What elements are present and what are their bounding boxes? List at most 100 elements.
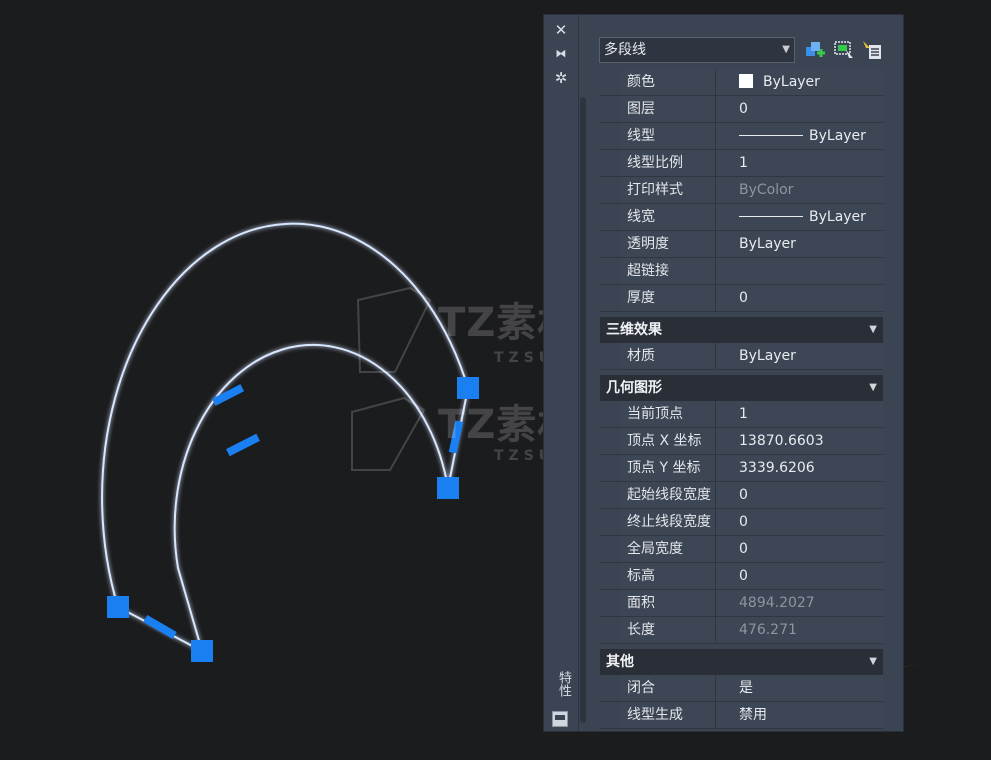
property-row[interactable]: 厚度 0 bbox=[600, 285, 883, 312]
row-indent bbox=[600, 702, 620, 728]
property-row[interactable]: 闭合 是 bbox=[600, 675, 883, 702]
property-value[interactable]: 0 bbox=[736, 96, 883, 122]
property-row[interactable]: 线宽 ByLayer bbox=[600, 204, 883, 231]
property-row[interactable]: 颜色 ByLayer bbox=[600, 69, 883, 96]
property-value[interactable]: ByLayer bbox=[736, 69, 883, 95]
property-value[interactable] bbox=[736, 258, 883, 284]
property-value[interactable]: 0 bbox=[736, 482, 883, 508]
property-value[interactable]: ByLayer bbox=[736, 343, 883, 369]
property-label: 透明度 bbox=[620, 231, 716, 257]
palette-title-strip: ✕ ⧓ ✲ 特性 bbox=[544, 15, 579, 731]
palette-menu-icon[interactable] bbox=[552, 711, 568, 727]
property-row[interactable]: 当前顶点 1 bbox=[600, 401, 883, 428]
property-value[interactable]: ByLayer bbox=[736, 231, 883, 257]
property-value[interactable]: ByLayer bbox=[736, 123, 883, 149]
property-value[interactable]: 0 bbox=[736, 536, 883, 562]
close-icon[interactable]: ✕ bbox=[552, 21, 570, 39]
object-type-value: 多段线 bbox=[604, 42, 646, 58]
color-swatch bbox=[739, 74, 753, 88]
property-row[interactable]: 打印样式 ByColor bbox=[600, 177, 883, 204]
section-header[interactable]: 几何图形 ▼ bbox=[600, 375, 883, 401]
object-type-dropdown[interactable]: 多段线 ▼ bbox=[599, 37, 795, 63]
property-row[interactable]: 顶点 X 坐标 13870.6603 bbox=[600, 428, 883, 455]
property-label: 超链接 bbox=[620, 258, 716, 284]
property-value[interactable]: 0 bbox=[736, 509, 883, 535]
property-row[interactable]: 图层 0 bbox=[600, 96, 883, 123]
palette-title: 特性 bbox=[556, 671, 571, 697]
property-label: 起始线段宽度 bbox=[620, 482, 716, 508]
property-value[interactable]: 13870.6603 bbox=[736, 428, 883, 454]
property-value[interactable]: ByColor bbox=[736, 177, 883, 203]
grip-square[interactable] bbox=[437, 477, 459, 499]
property-label: 线型 bbox=[620, 123, 716, 149]
row-indent bbox=[600, 455, 620, 481]
property-value[interactable]: 是 bbox=[736, 675, 883, 701]
row-indent bbox=[600, 563, 620, 589]
property-value[interactable]: 3339.6206 bbox=[736, 455, 883, 481]
watermark-logo bbox=[351, 286, 432, 471]
property-value-text: 1 bbox=[739, 406, 748, 422]
toggle-pickadd-icon[interactable] bbox=[861, 39, 883, 61]
section-header[interactable]: 其他 ▼ bbox=[600, 649, 883, 675]
property-value-text: 禁用 bbox=[739, 707, 767, 723]
property-value-text: 0 bbox=[739, 541, 748, 557]
property-value-text: 0 bbox=[739, 514, 748, 530]
grip-midpoint[interactable] bbox=[143, 615, 177, 639]
property-row[interactable]: 超链接 bbox=[600, 258, 883, 285]
auto-hide-icon[interactable]: ⧓ bbox=[552, 45, 570, 63]
properties-palette: ✕ ⧓ ✲ 特性 多段线 ▼ 颜色 ByLayer 图层 0 线型 ByLayer 线型比例… bbox=[543, 14, 904, 732]
property-value-text: 4894.2027 bbox=[739, 595, 815, 611]
property-value[interactable]: 476.271 bbox=[736, 617, 883, 643]
property-value-text: 是 bbox=[739, 680, 753, 696]
property-row[interactable]: 全局宽度 0 bbox=[600, 536, 883, 563]
quick-select-add-icon[interactable] bbox=[805, 39, 827, 61]
chevron-down-icon: ▼ bbox=[782, 44, 790, 55]
property-label: 线型生成 bbox=[620, 702, 716, 728]
property-value[interactable]: 1 bbox=[736, 150, 883, 176]
grip-midpoint[interactable] bbox=[226, 433, 260, 457]
select-objects-icon[interactable] bbox=[833, 39, 855, 61]
chevron-down-icon[interactable]: ▼ bbox=[869, 649, 877, 675]
property-row[interactable]: 长度 476.271 bbox=[600, 617, 883, 644]
property-value[interactable]: 1 bbox=[736, 401, 883, 427]
grip-square[interactable] bbox=[191, 640, 213, 662]
settings-icon[interactable]: ✲ bbox=[552, 69, 570, 87]
row-indent bbox=[600, 617, 620, 643]
row-indent bbox=[600, 69, 620, 95]
property-value-text: 0 bbox=[739, 101, 748, 117]
property-value[interactable]: 0 bbox=[736, 285, 883, 311]
property-row[interactable]: 终止线段宽度 0 bbox=[600, 509, 883, 536]
row-indent bbox=[600, 150, 620, 176]
property-value-text: ByLayer bbox=[763, 74, 820, 90]
property-value[interactable]: ByLayer bbox=[736, 204, 883, 230]
property-row[interactable]: 顶点 Y 坐标 3339.6206 bbox=[600, 455, 883, 482]
property-row[interactable]: 线型 ByLayer bbox=[600, 123, 883, 150]
row-indent bbox=[600, 204, 620, 230]
property-value-text: 0 bbox=[739, 487, 748, 503]
scrollbar[interactable] bbox=[580, 97, 586, 723]
property-label: 终止线段宽度 bbox=[620, 509, 716, 535]
selected-polyline[interactable] bbox=[101, 222, 469, 652]
property-row[interactable]: 线型比例 1 bbox=[600, 150, 883, 177]
property-value[interactable]: 禁用 bbox=[736, 702, 883, 728]
property-row[interactable]: 线型生成 禁用 bbox=[600, 702, 883, 729]
property-value[interactable]: 4894.2027 bbox=[736, 590, 883, 616]
property-value-text: 3339.6206 bbox=[739, 460, 815, 476]
property-label: 顶点 Y 坐标 bbox=[620, 455, 716, 481]
property-row[interactable]: 材质 ByLayer bbox=[600, 343, 883, 370]
grip-square[interactable] bbox=[107, 596, 129, 618]
chevron-down-icon[interactable]: ▼ bbox=[869, 375, 877, 401]
property-value-text: ByLayer bbox=[739, 348, 796, 364]
property-row[interactable]: 起始线段宽度 0 bbox=[600, 482, 883, 509]
property-row[interactable]: 透明度 ByLayer bbox=[600, 231, 883, 258]
section-header[interactable]: 三维效果 ▼ bbox=[600, 317, 883, 343]
chevron-down-icon[interactable]: ▼ bbox=[869, 317, 877, 343]
property-value-text: 13870.6603 bbox=[739, 433, 824, 449]
section-title: 三维效果 bbox=[606, 322, 662, 338]
property-row[interactable]: 面积 4894.2027 bbox=[600, 590, 883, 617]
row-indent bbox=[600, 231, 620, 257]
grip-handles[interactable] bbox=[107, 377, 479, 662]
property-row[interactable]: 标高 0 bbox=[600, 563, 883, 590]
property-value[interactable]: 0 bbox=[736, 563, 883, 589]
row-indent bbox=[600, 123, 620, 149]
